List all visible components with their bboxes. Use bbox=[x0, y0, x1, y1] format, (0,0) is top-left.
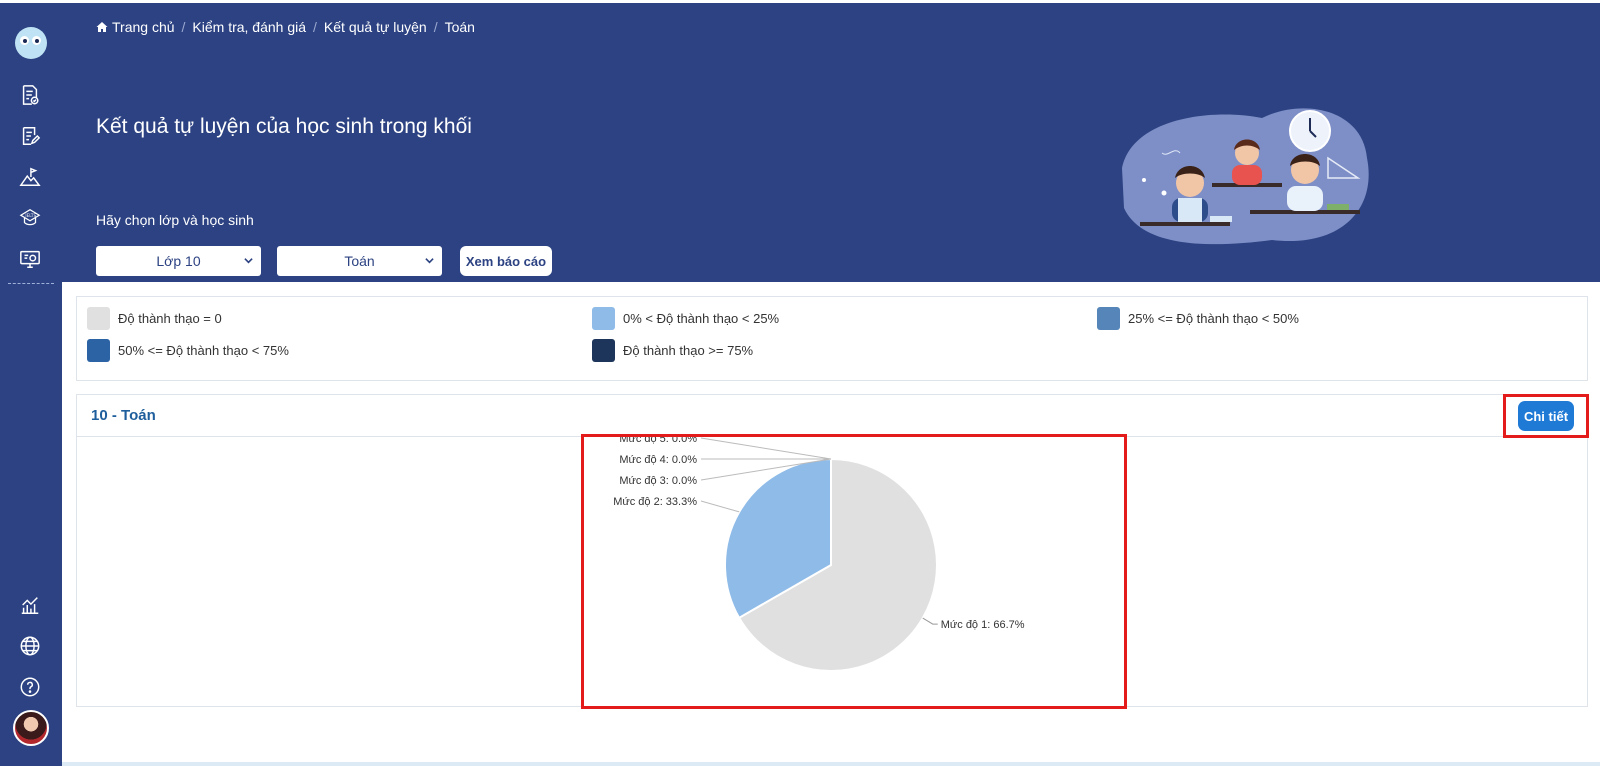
legend-label: Độ thành thạo >= 75% bbox=[623, 343, 754, 358]
pie-label: Mức độ 5: 0.0% bbox=[619, 433, 697, 445]
bottom-divider bbox=[62, 762, 1600, 766]
sidebar-divider bbox=[8, 283, 54, 284]
subject-select[interactable]: Toán bbox=[277, 246, 442, 276]
globe-icon[interactable] bbox=[17, 633, 43, 659]
test-icon[interactable] bbox=[17, 82, 43, 108]
mountain-flag-icon[interactable] bbox=[17, 164, 43, 190]
chevron-down-icon bbox=[425, 258, 434, 264]
legend-swatch bbox=[87, 339, 110, 362]
breadcrumb-separator: / bbox=[433, 19, 438, 35]
subject-select-value: Toán bbox=[344, 253, 375, 269]
pie-label-connector bbox=[922, 617, 938, 625]
chevron-down-icon bbox=[244, 258, 253, 264]
legend-swatch bbox=[1097, 307, 1120, 330]
monitor-icon[interactable] bbox=[17, 246, 43, 272]
view-report-button[interactable]: Xem báo cáo bbox=[460, 246, 552, 276]
legend-label: Độ thành thạo = 0 bbox=[118, 311, 222, 326]
choose-class-label: Hãy chọn lớp và học sinh bbox=[96, 212, 254, 228]
ielts-icon[interactable]: IELTS bbox=[17, 205, 43, 231]
chart-panel: 10 - Toán Chi tiết Mức độ 1: 66.7% Mức độ… bbox=[76, 394, 1589, 709]
legend-item: Độ thành thạo = 0 bbox=[87, 307, 222, 330]
breadcrumb-current: Toán bbox=[444, 19, 475, 35]
legend-item: 25% <= Độ thành thạo < 50% bbox=[1097, 307, 1299, 330]
sidebar: IELTS bbox=[0, 0, 62, 766]
chart-icon[interactable] bbox=[17, 592, 43, 618]
pie-label-connector bbox=[700, 437, 832, 460]
pie-label: Mức độ 4: 0.0% bbox=[619, 454, 697, 466]
pie-label: Mức độ 3: 0.0% bbox=[619, 475, 697, 487]
breadcrumb-separator: / bbox=[313, 19, 317, 35]
page-title: Kết quả tự luyện của học sinh trong khối bbox=[96, 115, 472, 138]
pie-chart: Mức độ 1: 66.7% Mức độ 2: 33.3% Mức độ 3: … bbox=[613, 433, 1025, 672]
legend-item: 0% < Độ thành thạo < 25% bbox=[592, 307, 779, 330]
breadcrumb: Trang chủ / Kiểm tra, đánh giá / Kết quả… bbox=[96, 19, 475, 35]
exercise-icon[interactable] bbox=[17, 123, 43, 149]
legend-item: Độ thành thạo >= 75% bbox=[592, 339, 753, 362]
breadcrumb-separator: / bbox=[181, 19, 186, 35]
owl-logo-icon[interactable] bbox=[15, 27, 47, 59]
class-select-value: Lớp 10 bbox=[156, 253, 201, 269]
help-icon[interactable] bbox=[17, 674, 43, 700]
pie-label-connector bbox=[700, 500, 740, 513]
page-header: Trang chủ / Kiểm tra, đánh giá / Kết quả… bbox=[62, 3, 1600, 282]
svg-text:IELTS: IELTS bbox=[25, 213, 36, 218]
user-avatar[interactable] bbox=[13, 710, 49, 746]
legend-swatch bbox=[592, 307, 615, 330]
legend-swatch bbox=[592, 339, 615, 362]
app: IELTS Trang chủ / Kiểm tra, đánh giá / K… bbox=[0, 0, 1600, 766]
class-select[interactable]: Lớp 10 bbox=[96, 246, 261, 276]
legend-label: 0% < Độ thành thạo < 25% bbox=[623, 311, 780, 326]
legend-panel: Độ thành thạo = 0 0% < Độ thành thạo < 2… bbox=[76, 296, 1588, 381]
pie-label: Mức độ 2: 33.3% bbox=[613, 496, 697, 508]
home-icon bbox=[96, 22, 108, 32]
breadcrumb-home[interactable]: Trang chủ bbox=[112, 19, 175, 35]
students-illustration-icon bbox=[1122, 108, 1369, 245]
legend-item: 50% <= Độ thành thạo < 75% bbox=[87, 339, 289, 362]
legend-label: 50% <= Độ thành thạo < 75% bbox=[118, 343, 289, 358]
legend-label: 25% <= Độ thành thạo < 50% bbox=[1128, 311, 1299, 326]
breadcrumb-self-study-results[interactable]: Kết quả tự luyện bbox=[324, 19, 427, 35]
breadcrumb-assessment[interactable]: Kiểm tra, đánh giá bbox=[192, 19, 306, 35]
legend-swatch bbox=[87, 307, 110, 330]
pie-label: Mức độ 1: 66.7% bbox=[941, 619, 1025, 631]
